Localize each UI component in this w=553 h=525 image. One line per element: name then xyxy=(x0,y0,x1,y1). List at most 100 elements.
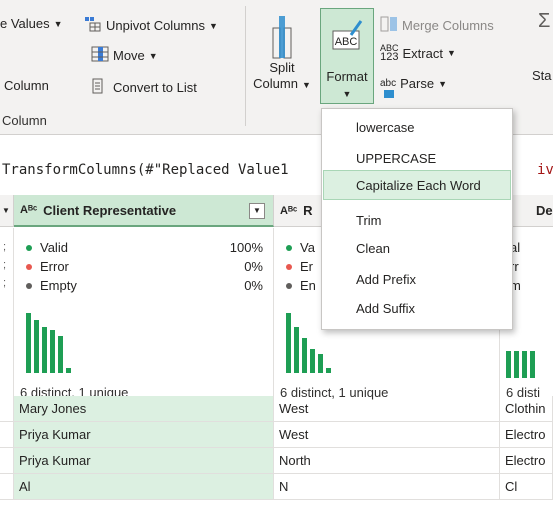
profile-error-row: rr xyxy=(510,259,543,277)
menu-item-clean[interactable]: Clean xyxy=(323,233,511,263)
value-distribution-bar[interactable] xyxy=(310,349,315,373)
table-cell[interactable]: Priya Kumar xyxy=(14,422,274,448)
convert-to-list-label: Convert to List xyxy=(113,80,197,95)
format-button[interactable]: ABC Format ▼ xyxy=(320,8,374,104)
error-percent: 0% xyxy=(244,259,263,274)
menu-item-uppercase[interactable]: UPPERCASE xyxy=(323,143,511,173)
table-cell[interactable]: North xyxy=(274,448,500,474)
value-distribution-bar[interactable] xyxy=(318,354,323,373)
statistics-button[interactable]: Sta xyxy=(532,68,552,83)
profile-empty-row: m xyxy=(510,278,543,296)
parse-button[interactable]: abc Parse ▼ xyxy=(380,76,448,98)
cut-profile-marks: ;;; xyxy=(3,241,7,289)
profile-valid-row: al xyxy=(510,240,543,258)
table-cell[interactable]: N xyxy=(274,474,500,500)
value-distribution-bar[interactable] xyxy=(66,368,71,373)
column-button-cut[interactable]: Column xyxy=(4,78,49,93)
text-type-icon[interactable]: Aᴮᶜ xyxy=(280,205,297,217)
parse-label: Parse xyxy=(400,76,435,91)
value-distribution-bar[interactable] xyxy=(42,327,47,373)
value-distribution-bar[interactable] xyxy=(26,313,31,373)
menu-item-lowercase[interactable]: lowercase xyxy=(323,112,511,142)
value-distribution-bar[interactable] xyxy=(326,368,331,373)
value-distribution-bar xyxy=(522,351,527,378)
table-cell[interactable]: Electro xyxy=(500,422,553,448)
chevron-down-icon: ▼ xyxy=(148,50,158,61)
valid-label: Va xyxy=(300,240,315,255)
table-cell[interactable]: Al xyxy=(14,474,274,500)
menu-item-label: Capitalize Each Word xyxy=(356,177,481,193)
empty-dot-icon xyxy=(26,282,32,289)
move-button[interactable]: Move ▼ xyxy=(91,46,158,65)
value-distribution-chart xyxy=(26,313,146,373)
menu-item-add-prefix[interactable]: Add Prefix xyxy=(323,264,511,294)
format-dropdown-menu: lowercase UPPERCASE Capitalize Each Word… xyxy=(321,108,513,330)
value-distribution-bar[interactable] xyxy=(34,320,39,373)
merge-columns-label: Merge Columns xyxy=(402,18,494,33)
chevron-down-icon: ▼ xyxy=(446,48,456,58)
value-distribution-bar[interactable] xyxy=(294,327,299,373)
menu-item-label: lowercase xyxy=(356,119,415,135)
empty-dot-icon xyxy=(286,282,292,289)
table-cell[interactable]: Priya Kumar xyxy=(14,448,274,474)
move-label: Move xyxy=(113,48,145,63)
ribbon-group-label-text: Column xyxy=(2,113,47,128)
column-header-label: De xyxy=(536,203,553,218)
valid-dot-icon xyxy=(286,244,292,251)
table-cell[interactable]: Electro xyxy=(500,448,553,474)
column-filter-dropdown[interactable]: ▼ xyxy=(249,203,265,219)
replace-values-button[interactable]: e Values ▼ xyxy=(0,16,63,31)
column-profile-cut: ;;; xyxy=(0,228,14,406)
menu-item-trim[interactable]: Trim xyxy=(323,205,511,235)
format-abc-text: ABC xyxy=(335,36,358,48)
chevron-down-icon: ▼ xyxy=(342,89,352,99)
table-cell[interactable]: West xyxy=(274,396,500,422)
value-distribution-bar xyxy=(506,351,511,378)
replace-values-label: e Values xyxy=(0,16,50,31)
split-column-button[interactable]: Split Column ▼ xyxy=(252,14,312,93)
error-dot-icon xyxy=(26,263,32,270)
column-header-client-representative[interactable]: Aᴮᶜ Client Representative ▼ xyxy=(14,195,274,227)
value-distribution-bar[interactable] xyxy=(58,336,63,373)
list-icon xyxy=(91,78,105,97)
value-distribution-bar[interactable] xyxy=(286,313,291,373)
menu-item-capitalize-each-word[interactable]: Capitalize Each Word xyxy=(323,170,511,200)
table-cell[interactable]: Mary Jones xyxy=(14,396,274,422)
column-profile-client-representative: Valid 100% Error 0% Empty 0% 6 distinct,… xyxy=(14,228,274,406)
menu-item-add-suffix[interactable]: Add Suffix xyxy=(323,293,511,323)
merge-columns-button[interactable]: Merge Columns xyxy=(380,16,494,35)
table-row-margin xyxy=(0,448,14,474)
column-header-cut[interactable]: ▼ xyxy=(0,195,14,227)
split-column-icon xyxy=(252,14,312,60)
menu-item-label: Add Prefix xyxy=(356,271,416,287)
chevron-down-icon: ▼ xyxy=(209,20,218,31)
extract-label: Extract xyxy=(402,45,443,61)
chevron-down-icon: ▼ xyxy=(53,18,63,29)
convert-to-list-button[interactable]: Convert to List xyxy=(91,78,197,97)
chevron-down-icon: ▼ xyxy=(438,78,448,89)
unpivot-columns-button[interactable]: Unpivot Columns ▼ xyxy=(84,16,218,35)
table-cell[interactable]: Clothin xyxy=(500,396,553,422)
move-columns-icon xyxy=(91,46,109,65)
empty-percent: 0% xyxy=(244,278,263,293)
column-header-label: R xyxy=(303,203,313,218)
error-label: Error xyxy=(40,259,69,274)
value-distribution-bar[interactable] xyxy=(302,338,307,373)
empty-label: En xyxy=(300,278,316,293)
profile-empty-row: Empty 0% xyxy=(26,278,263,296)
valid-dot-icon xyxy=(26,244,32,251)
parse-icon: abc xyxy=(380,78,396,98)
text-type-icon[interactable]: Aᴮᶜ xyxy=(20,204,37,216)
value-distribution-bar[interactable] xyxy=(50,330,55,373)
extract-button[interactable]: ABC 123 Extract ▼ xyxy=(380,44,456,63)
unpivot-icon xyxy=(84,16,102,35)
value-distribution-bar xyxy=(530,351,535,378)
menu-item-label: UPPERCASE xyxy=(356,150,437,166)
formula-text: TransformColumns(#"Replaced Value1 xyxy=(2,162,289,178)
valid-percent: 100% xyxy=(229,240,263,255)
error-dot-icon xyxy=(286,263,292,270)
table-cell[interactable]: Cl xyxy=(500,474,553,500)
statistics-label: Sta xyxy=(532,68,552,83)
column-button-label: Column xyxy=(4,78,49,93)
table-cell[interactable]: West xyxy=(274,422,500,448)
